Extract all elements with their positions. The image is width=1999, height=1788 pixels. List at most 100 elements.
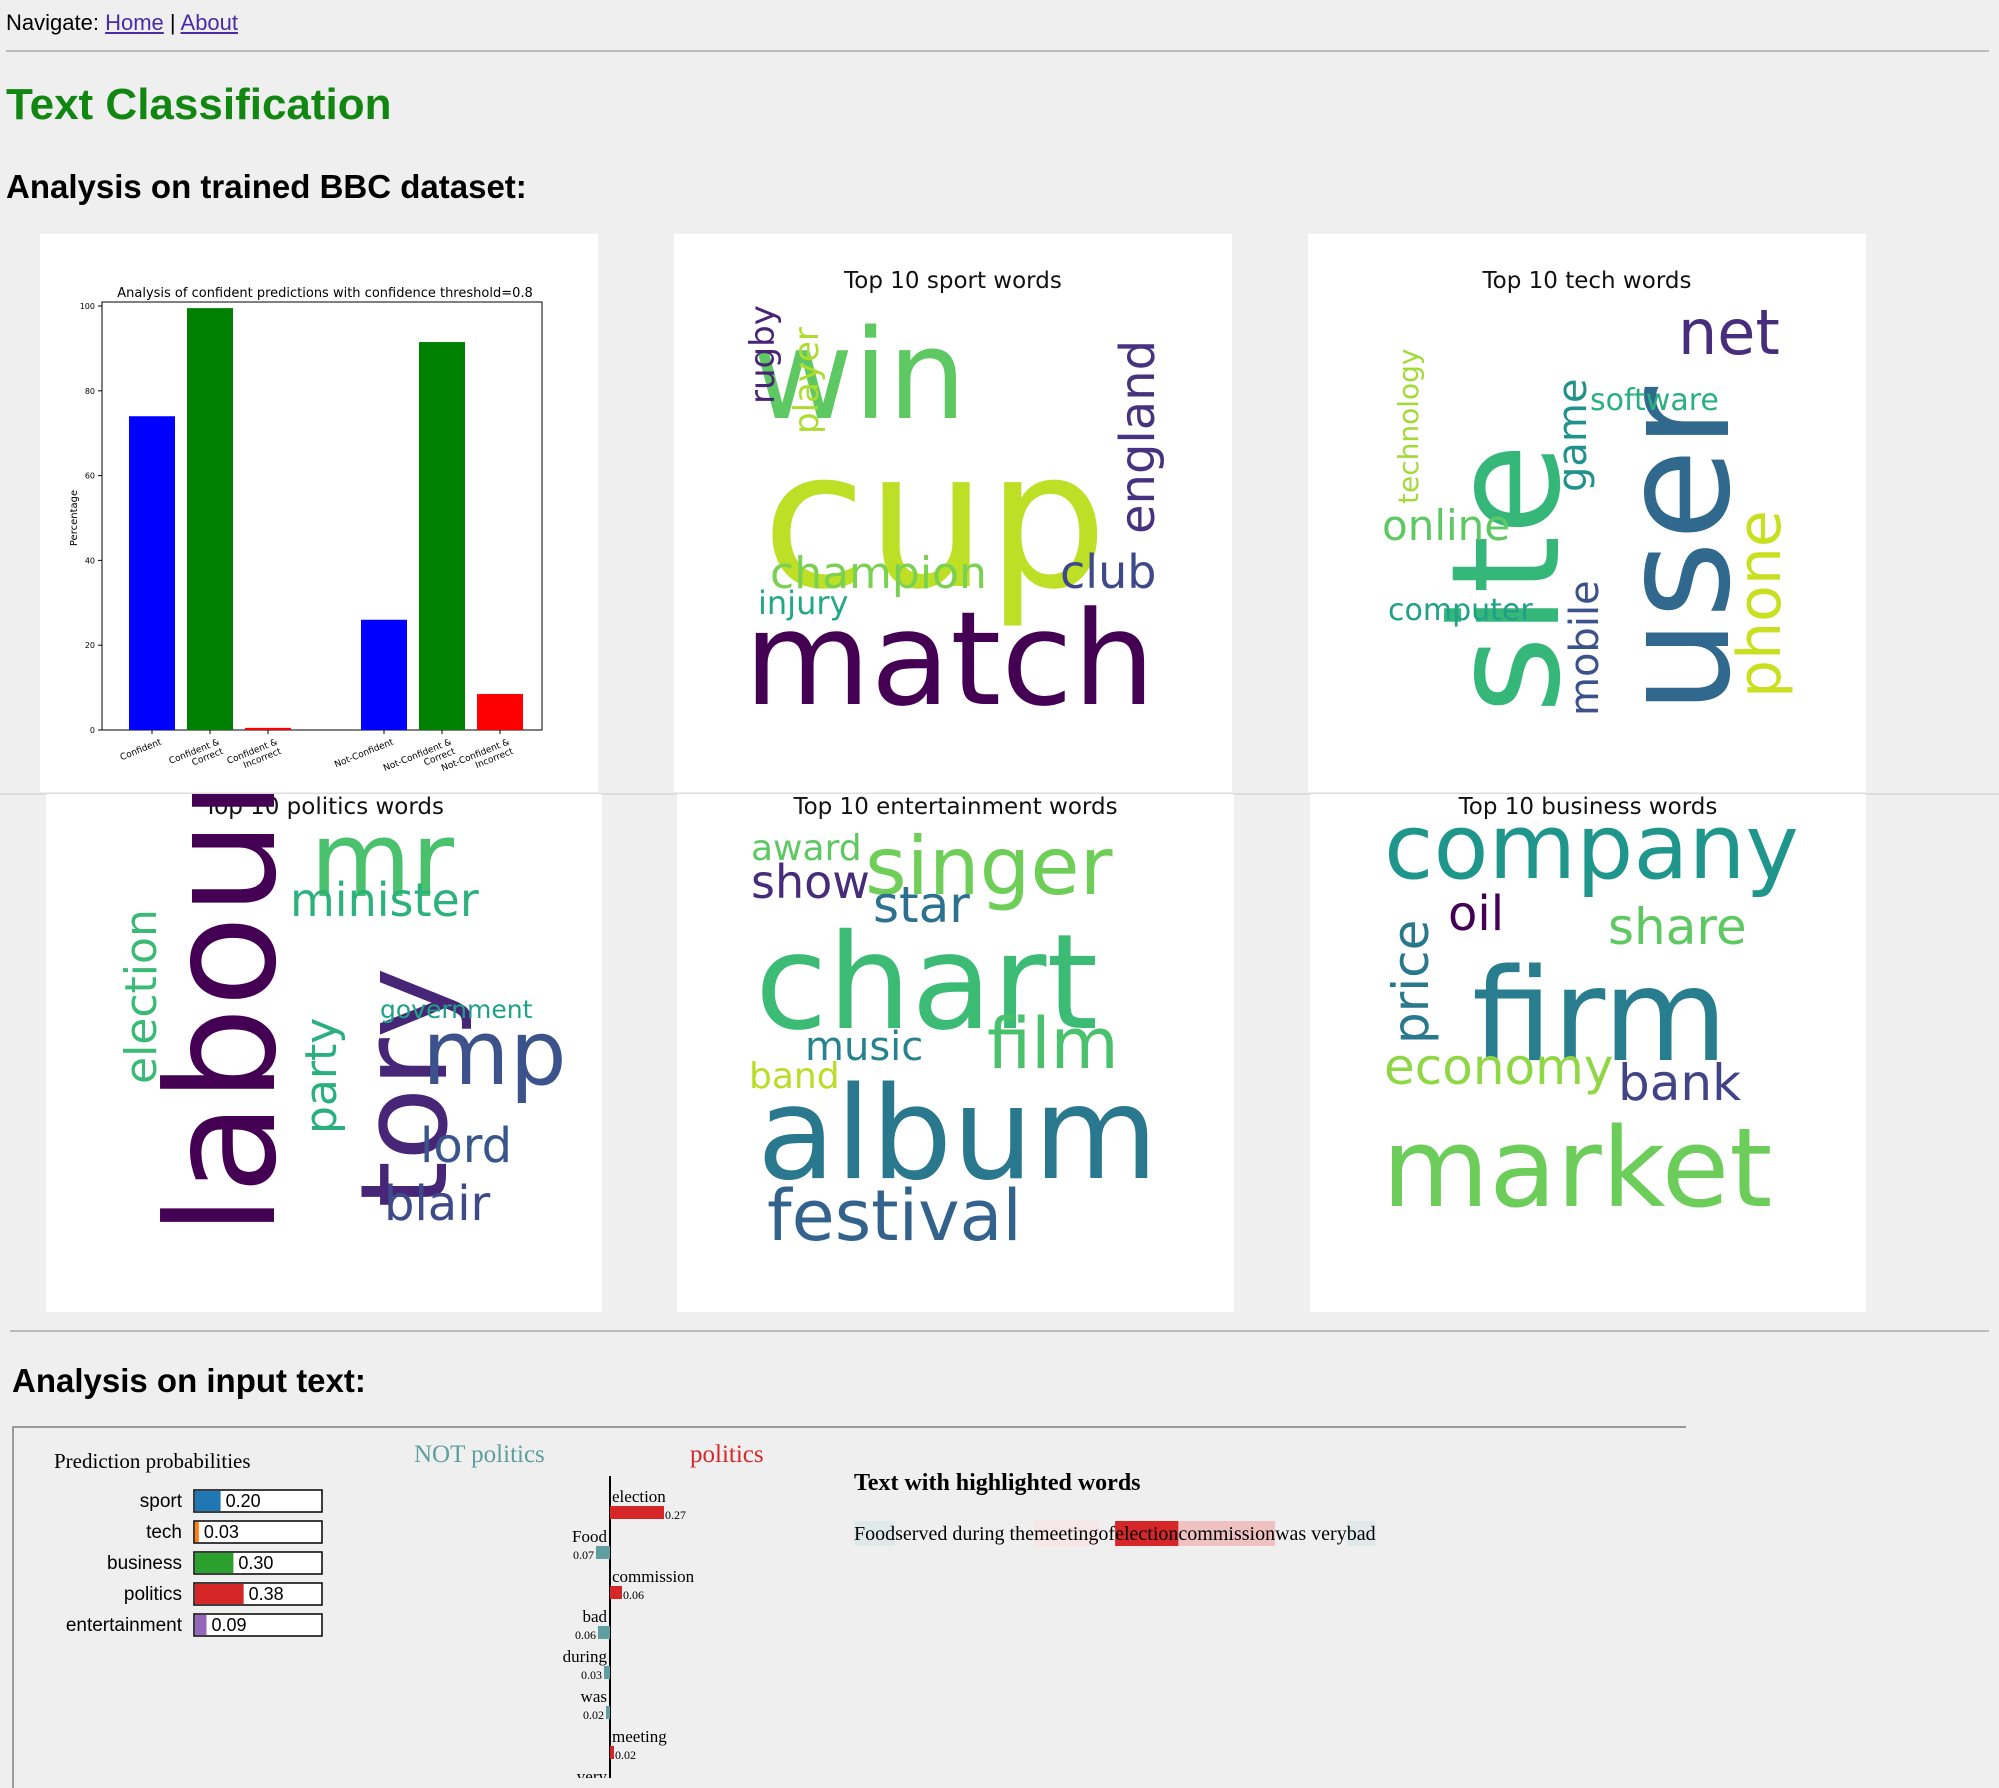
- word-net: net: [1678, 296, 1780, 369]
- word-party: party: [296, 1018, 347, 1134]
- prob-label: tech: [146, 1522, 182, 1543]
- prob-label: business: [107, 1553, 182, 1574]
- wordcloud-canvas-politics: labour tory mr minister election party g…: [116, 794, 567, 1236]
- word-rugby: rugby: [743, 305, 783, 404]
- feature-value: 0.27: [665, 1508, 686, 1522]
- chart-x-ticks: Confident Confident &Correct Confident &In…: [119, 730, 515, 776]
- chart-bars: [129, 308, 523, 730]
- wordcloud-business: Top 10 business words company oil price …: [1310, 794, 1866, 1312]
- word-festival: festival: [767, 1175, 1022, 1257]
- prob-value: 0.30: [238, 1553, 273, 1573]
- feature-word: commission: [612, 1567, 695, 1586]
- word-company: company: [1384, 795, 1799, 900]
- chart-bar: [419, 342, 465, 730]
- feature-value: 0.07: [573, 1548, 594, 1562]
- chart-bar: [245, 727, 291, 730]
- feature-weight-bars: election 0.27 Food 0.07 commission 0.06 bad 0.0…: [563, 1476, 695, 1786]
- chart-title: Analysis of confident predictions with c…: [117, 286, 533, 301]
- feature-bar: [596, 1546, 610, 1559]
- page-title: Text Classification: [6, 80, 392, 129]
- feature-bar: [610, 1746, 614, 1759]
- feature-bar: [598, 1626, 610, 1639]
- chart-y-tick-label: 20: [85, 641, 95, 650]
- word-game: game: [1550, 379, 1596, 492]
- feature-word: bad: [582, 1607, 607, 1626]
- lime-explanation-panel: Prediction probabilities sport 0.20 tech 0.…: [12, 1426, 1686, 1788]
- feature-word: Food: [572, 1527, 607, 1546]
- nav-home-link[interactable]: Home: [105, 10, 164, 35]
- chart-y-tick-label: 80: [85, 387, 95, 396]
- wordcloud-canvas-business: company oil price share firm economy ban…: [1382, 795, 1799, 1232]
- word-election: election: [116, 909, 167, 1084]
- feature-word: was: [581, 1687, 607, 1706]
- word-england: england: [1110, 340, 1166, 534]
- feature-word: very: [577, 1767, 608, 1778]
- feature-value: 0.03: [581, 1668, 602, 1682]
- highlighted-token: meeting: [1034, 1523, 1098, 1545]
- word-market: market: [1382, 1104, 1772, 1232]
- highlighted-token: election: [1115, 1523, 1178, 1545]
- highlighted-token: bad: [1347, 1523, 1376, 1545]
- chart-x-tick-label: Confident: [119, 737, 164, 763]
- highlighted-token: Food: [854, 1523, 895, 1545]
- wordcloud-politics: Top 10 politics words labour tory mr min…: [46, 794, 602, 1312]
- highlighted-text: Food served during the meeting of electi…: [854, 1521, 1376, 1546]
- prob-bar-fill: [195, 1584, 244, 1604]
- word-minister: minister: [290, 873, 479, 927]
- nav-separator: |: [169, 10, 176, 35]
- chart-bar: [187, 308, 233, 730]
- prediction-probabilities-title: Prediction probabilities: [54, 1449, 251, 1473]
- chart-bar: [477, 693, 523, 730]
- word-lord: lord: [420, 1118, 512, 1174]
- navigation-bar: Navigate: Home | About: [6, 10, 238, 36]
- word-software: software: [1590, 383, 1719, 418]
- chart-y-tick-label: 0: [90, 726, 95, 735]
- chart-bar: [361, 619, 407, 730]
- word-technology: technology: [1392, 349, 1425, 504]
- word-computer: computer: [1388, 593, 1533, 628]
- highlighted-token: was very: [1275, 1523, 1347, 1545]
- politics-label: politics: [690, 1441, 764, 1468]
- word-phone: phone: [1725, 510, 1795, 698]
- nav-about-link[interactable]: About: [181, 10, 239, 35]
- feature-bar: [610, 1586, 622, 1599]
- chart-y-tick-label: 100: [80, 302, 95, 311]
- chart-y-tick-label: 60: [85, 472, 95, 481]
- highlighted-token: commission: [1178, 1523, 1275, 1545]
- chart-bar: [129, 416, 175, 730]
- prob-label: politics: [124, 1584, 182, 1605]
- wordcloud-sport: Top 10 sport words win cup match rugby p…: [674, 234, 1232, 792]
- feature-word: election: [612, 1487, 666, 1506]
- word-price: price: [1382, 920, 1440, 1044]
- word-online: online: [1382, 501, 1510, 550]
- prob-value: 0.20: [226, 1491, 261, 1511]
- prediction-probability-bars: sport 0.20 tech 0.03 business 0.30 politics 0.3…: [66, 1489, 323, 1637]
- prob-bar-fill: [195, 1615, 207, 1635]
- word-oil: oil: [1448, 886, 1504, 942]
- wordcloud-entertainment: Top 10 entertainment words award singer …: [677, 794, 1234, 1312]
- feature-bar: [610, 1506, 664, 1519]
- word-economy: economy: [1384, 1038, 1613, 1096]
- prob-bar-fill: [195, 1522, 199, 1542]
- prob-label: entertainment: [66, 1615, 183, 1636]
- confidence-chart-panel: Analysis of confident predictions with c…: [40, 234, 598, 792]
- prob-bar-fill: [195, 1553, 234, 1573]
- word-player: player: [787, 327, 827, 434]
- feature-bar: [606, 1706, 610, 1719]
- feature-value: 0.02: [583, 1708, 604, 1722]
- chart-x-tick-label: Confident &Incorrect: [226, 737, 284, 776]
- word-injury: injury: [758, 584, 848, 622]
- divider-top: [6, 50, 1989, 52]
- section-title-input: Analysis on input text:: [12, 1362, 366, 1399]
- chart-x-tick-label: Confident &Correct: [168, 737, 226, 776]
- wordcloud-tech: Top 10 tech words site user net technolo…: [1308, 234, 1866, 792]
- confidence-bar-chart: Analysis of confident predictions with c…: [69, 286, 543, 776]
- wordcloud-canvas-entertainment: award singer show star chart music film …: [749, 820, 1158, 1257]
- divider-mid: [10, 1330, 1989, 1332]
- feature-value: 0.06: [575, 1628, 596, 1642]
- prob-label: sport: [140, 1491, 183, 1512]
- feature-value: 0.02: [615, 1748, 636, 1762]
- word-show: show: [751, 855, 870, 909]
- wordcloud-canvas-sport: win cup match rugby player england champ…: [743, 304, 1166, 735]
- chart-y-axis-label: Percentage: [69, 490, 80, 546]
